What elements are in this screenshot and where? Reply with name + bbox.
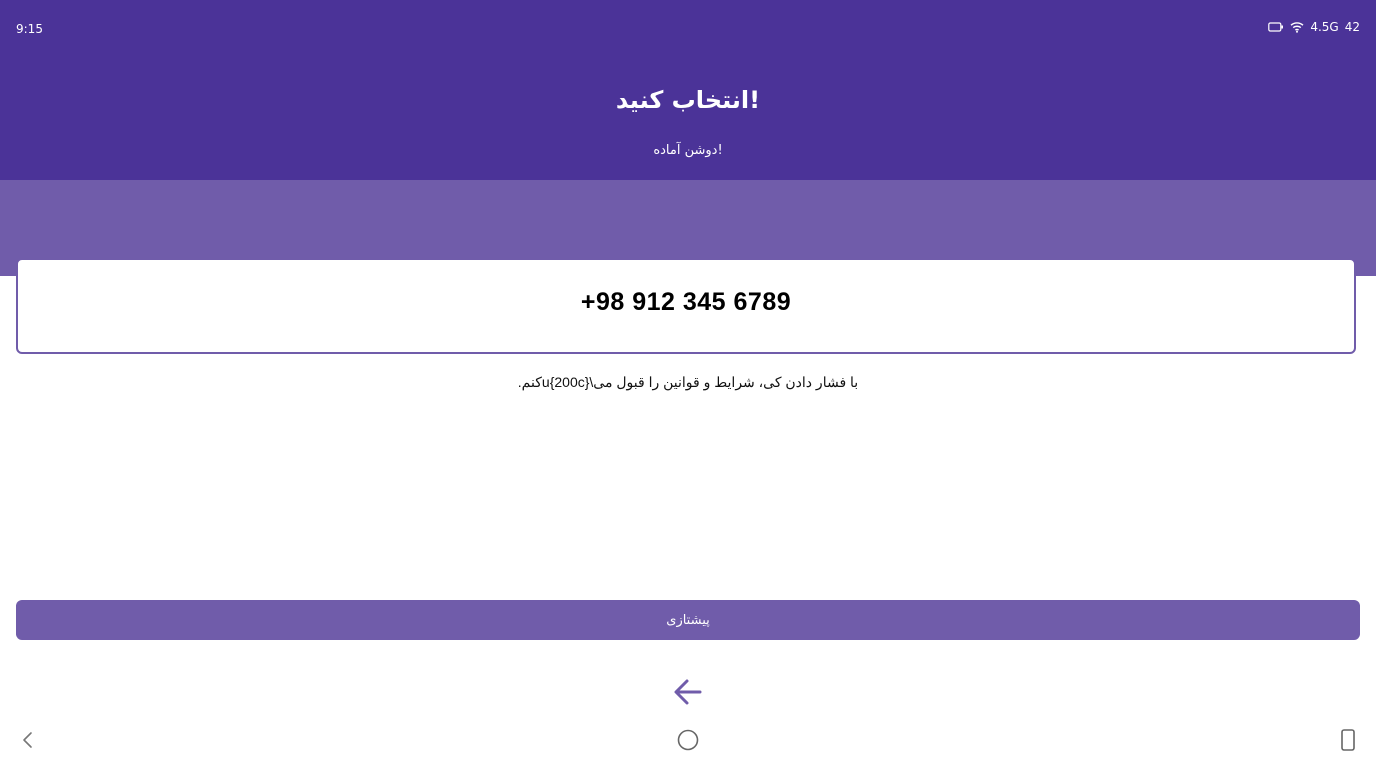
recents-icon[interactable]	[1340, 729, 1356, 751]
continue-button[interactable]: پیشتازی	[16, 600, 1360, 640]
page-subtitle: !دوشن آماده	[653, 143, 723, 158]
battery-icon	[1268, 22, 1284, 32]
chevron-left-icon[interactable]	[20, 731, 36, 749]
battery-level: 42	[1344, 20, 1360, 34]
page-title: !انتخاب کنید	[615, 86, 761, 114]
network-type: 4.5G	[1310, 20, 1339, 34]
status-time: 9:15	[16, 22, 43, 36]
continue-button-label: پیشتازی	[666, 612, 710, 628]
app-screen: 9:15 4.5G 42 !انتخاب کنید !دوشن آماده +9…	[0, 0, 1376, 768]
status-icons: 4.5G 42	[1268, 20, 1360, 34]
arrow-left-icon[interactable]	[672, 676, 704, 708]
wifi-icon	[1290, 21, 1304, 33]
header: 9:15 4.5G 42 !انتخاب کنید !دوشن آماده	[0, 0, 1376, 180]
phone-number-card[interactable]	[16, 258, 1356, 354]
terms-text: با فشار دادن کی، شرایط و قوانین را قبول …	[517, 374, 859, 390]
home-circle-icon[interactable]	[677, 729, 699, 751]
system-nav-bar	[0, 720, 1376, 768]
